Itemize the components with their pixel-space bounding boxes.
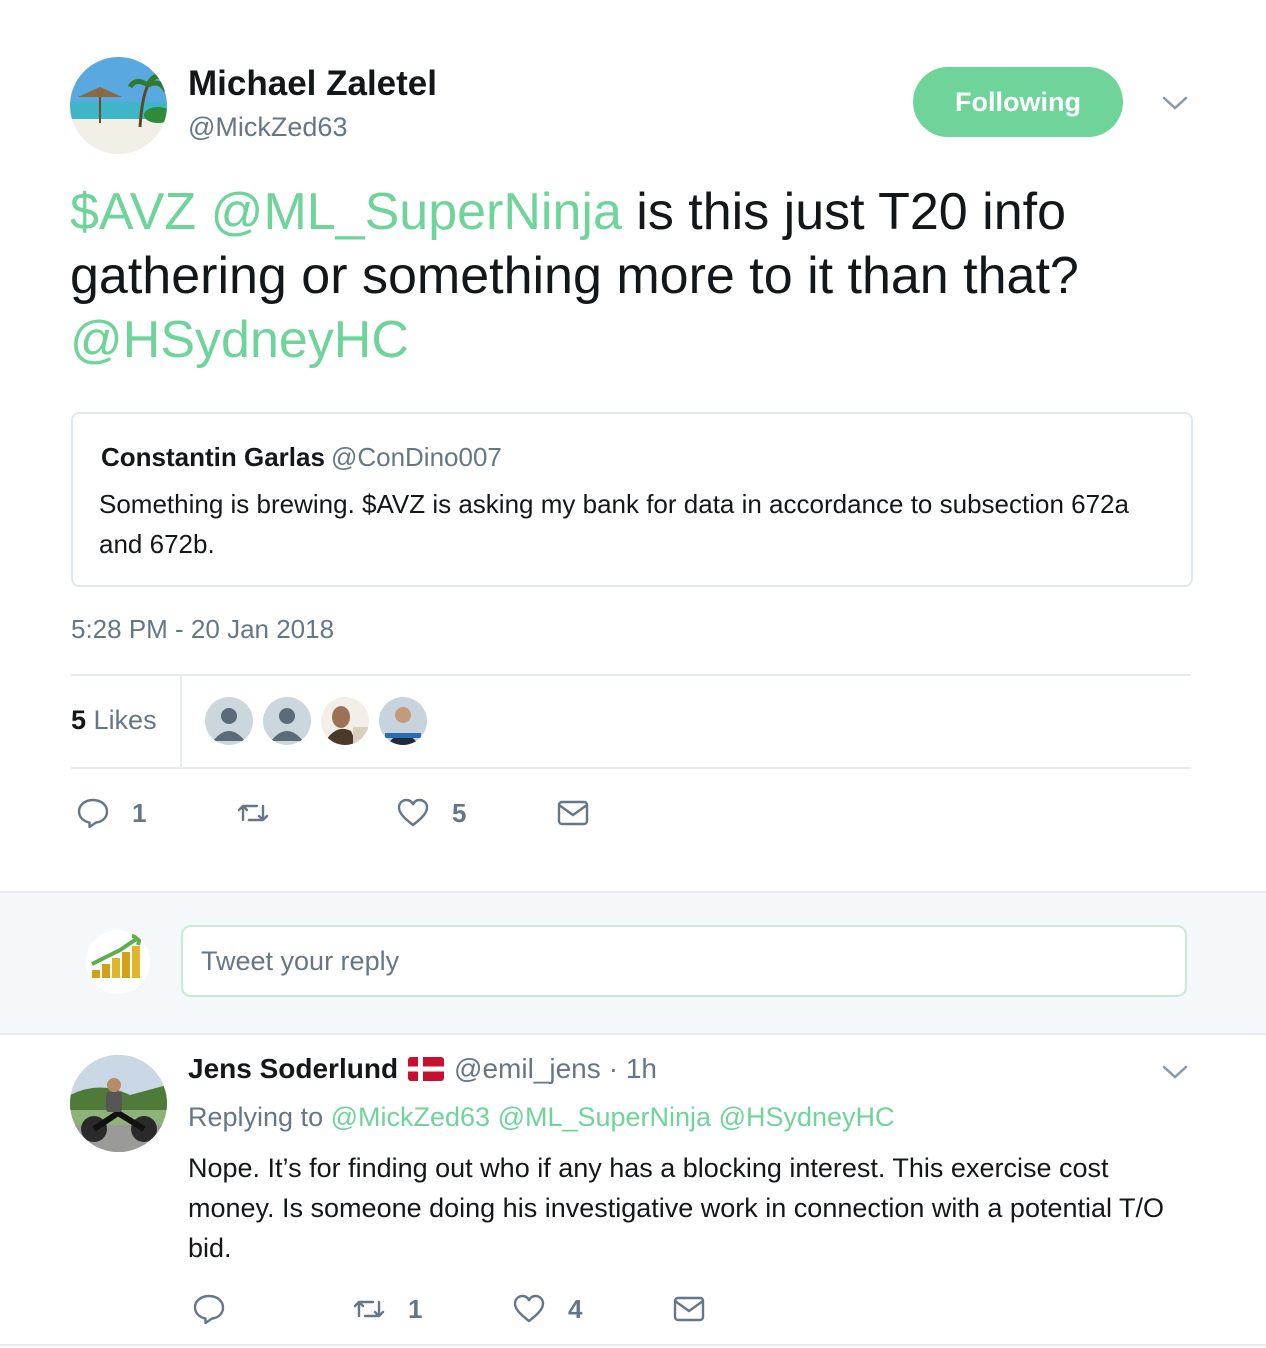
mention-link[interactable]: @HSydneyHC xyxy=(70,311,409,369)
likes-number: 5 xyxy=(71,705,87,735)
liker-avatar[interactable] xyxy=(321,697,369,745)
message-icon xyxy=(557,800,589,826)
liker-avatar[interactable] xyxy=(205,697,253,745)
likes-count[interactable]: 5 Likes xyxy=(71,705,157,736)
message-icon xyxy=(673,1296,705,1322)
reply-author-handle: @emil_jens xyxy=(454,1053,601,1084)
mention-link[interactable]: @ML_SuperNinja xyxy=(211,183,622,241)
divider xyxy=(71,674,1191,676)
reply-icon xyxy=(77,798,109,829)
retweet-count: 1 xyxy=(408,1293,423,1324)
like-button[interactable]: 5 xyxy=(396,796,466,830)
direct-message-button[interactable] xyxy=(556,796,590,830)
like-count: 4 xyxy=(568,1293,583,1324)
author-name[interactable]: Michael Zaletel xyxy=(188,64,437,104)
reply-author-name: Jens Soderlund xyxy=(188,1053,399,1084)
heart-icon xyxy=(513,1294,545,1323)
retweet-icon xyxy=(353,1300,385,1318)
following-button[interactable]: Following xyxy=(913,67,1123,137)
quote-text: Something is brewing. $AVZ is asking my … xyxy=(99,489,1129,559)
chevron-down-icon[interactable] xyxy=(1160,1057,1190,1092)
reply-time[interactable]: · 1h xyxy=(609,1053,657,1085)
tweet-timestamp[interactable]: 5:28 PM - 20 Jan 2018 xyxy=(71,614,334,645)
divider xyxy=(71,767,1191,769)
tweet-text: $AVZ @ML_SuperNinja is this just T20 inf… xyxy=(70,180,1200,372)
replying-to-mentions[interactable]: @MickZed63 @ML_SuperNinja @HSydneyHC xyxy=(331,1102,895,1132)
liker-avatar[interactable] xyxy=(379,697,427,745)
reply-icon xyxy=(193,1294,225,1325)
chevron-down-icon[interactable] xyxy=(1160,88,1190,123)
current-user-avatar[interactable] xyxy=(86,930,150,994)
reply-button[interactable] xyxy=(192,1292,248,1326)
quoted-tweet[interactable]: Constantin Garlas @ConDino007 Something i… xyxy=(71,412,1193,587)
reply-text: Nope. It’s for finding out who if any ha… xyxy=(188,1153,1165,1263)
retweet-icon xyxy=(237,804,269,822)
reply-count: 1 xyxy=(132,797,147,828)
reply-author[interactable]: Jens Soderlund @emil_jens · 1h xyxy=(188,1053,657,1085)
cashtag-link[interactable]: $AVZ xyxy=(70,183,196,241)
author-avatar[interactable] xyxy=(70,57,167,154)
reply-button[interactable]: 1 xyxy=(76,796,146,830)
like-count: 5 xyxy=(452,797,467,828)
liker-avatar[interactable] xyxy=(263,697,311,745)
like-button[interactable]: 4 xyxy=(512,1292,582,1326)
quote-author-handle: @ConDino007 xyxy=(330,442,502,472)
retweet-button[interactable] xyxy=(236,796,286,830)
quote-author-name: Constantin Garlas xyxy=(101,442,325,472)
likes-label: Likes xyxy=(93,705,157,735)
divider xyxy=(180,676,182,768)
flag-denmark-icon xyxy=(408,1057,445,1081)
divider xyxy=(0,1344,1266,1346)
retweet-button[interactable]: 1 xyxy=(352,1292,422,1326)
quote-author: Constantin Garlas @ConDino007 xyxy=(101,442,502,473)
author-handle[interactable]: @MickZed63 xyxy=(188,112,347,143)
replying-to: Replying to @MickZed63 @ML_SuperNinja @H… xyxy=(188,1102,895,1133)
replying-prefix: Replying to xyxy=(188,1102,324,1132)
reply-input[interactable]: Tweet your reply xyxy=(181,925,1187,997)
heart-icon xyxy=(397,798,429,827)
direct-message-button[interactable] xyxy=(672,1292,706,1326)
reply-author-avatar[interactable] xyxy=(70,1055,167,1152)
